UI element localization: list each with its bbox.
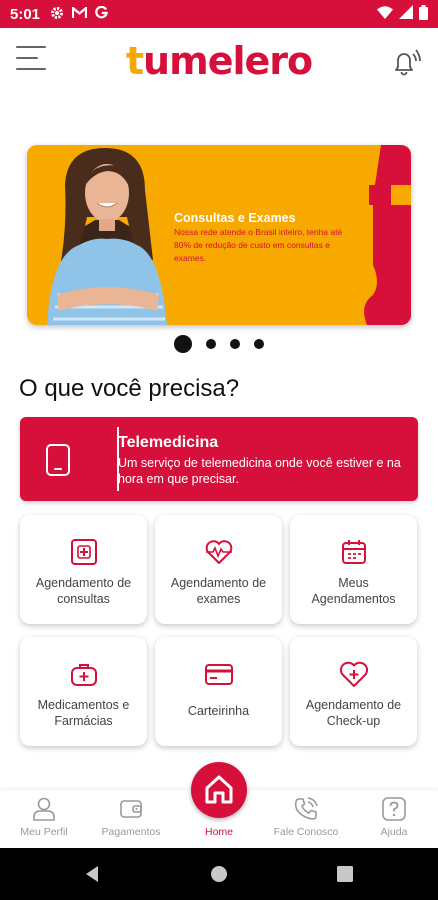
help-icon	[382, 797, 406, 821]
google-icon	[95, 5, 108, 22]
section-title: O que você precisa?	[19, 375, 240, 402]
tile-label: Meus Agendamentos	[311, 576, 396, 606]
tile-agendamento-exames[interactable]: Agendamento de exames	[155, 515, 282, 624]
nav-pagamentos[interactable]: Pagamentos	[91, 796, 171, 838]
nav-ajuda[interactable]: Ajuda	[354, 796, 434, 838]
heart-plus-icon	[339, 661, 368, 687]
banner-text: Nossa rede atende o Brasil inteiro, tenh…	[174, 227, 343, 263]
phone-ringing-icon	[294, 797, 318, 820]
tile-label: Medicamentos e Farmácias	[37, 698, 130, 728]
wifi-icon	[377, 5, 393, 23]
telemedicina-card[interactable]: Telemedicina Um serviço de telemedicina …	[20, 417, 418, 501]
home-button[interactable]	[191, 762, 247, 818]
logo-accent-letter: t	[125, 39, 144, 83]
woman-photo	[47, 147, 167, 325]
carousel-indicator	[0, 334, 438, 354]
status-bar: 5:01	[0, 0, 438, 28]
tile-medicamentos-farmacias[interactable]: Medicamentos e Farmácias	[20, 637, 147, 746]
signal-icon	[399, 5, 413, 23]
smartphone-icon	[46, 444, 70, 476]
tile-label: Carteirinha	[187, 704, 250, 718]
tile-agendamento-consultas[interactable]: Agendamento de consultas	[20, 515, 147, 624]
telemedicina-title: Telemedicina	[118, 434, 219, 451]
back-icon[interactable]	[82, 864, 102, 884]
tile-agendamento-checkup[interactable]: Agendamento de Check-up	[290, 637, 417, 746]
tile-label: Agendamento de Check-up	[305, 698, 402, 728]
carousel-dot[interactable]	[206, 339, 216, 349]
card-icon	[204, 664, 233, 685]
nav-label: Fale Conosco	[273, 826, 339, 838]
recents-icon[interactable]	[336, 865, 354, 883]
banner-title: Consultas e Exames	[174, 211, 296, 225]
nav-fale-conosco[interactable]: Fale Conosco	[266, 796, 346, 838]
telemedicina-description: Um serviço de telemedicina onde você est…	[118, 456, 401, 486]
promo-banner[interactable]: Consultas e Exames Nossa rede atende o B…	[27, 145, 411, 325]
wallet-icon	[120, 800, 142, 818]
logo-wordmark: umelero	[143, 39, 313, 83]
home-circle-icon[interactable]	[209, 864, 229, 884]
tile-carteirinha[interactable]: Carteirinha	[155, 637, 282, 746]
status-time: 5:01	[10, 5, 41, 23]
tile-label: Agendamento de consultas	[35, 576, 132, 606]
bell-ringing-icon[interactable]	[384, 42, 424, 82]
calendar-icon	[341, 540, 366, 564]
banner-brand-shape	[364, 145, 411, 325]
user-icon	[33, 797, 55, 821]
nav-label: Pagamentos	[101, 826, 161, 838]
nav-label: Meu Perfil	[20, 826, 68, 838]
tile-meus-agendamentos[interactable]: Meus Agendamentos	[290, 515, 417, 624]
heartbeat-icon	[205, 540, 232, 564]
carousel-dot[interactable]	[230, 339, 240, 349]
tile-label: Agendamento de exames	[170, 576, 267, 606]
nav-label: Ajuda	[380, 826, 408, 838]
medkit-icon	[70, 664, 97, 686]
gear-icon	[50, 6, 64, 23]
tumelero-logo: tumelero	[125, 39, 313, 83]
hamburger-menu-icon[interactable]	[16, 46, 46, 76]
home-icon	[205, 775, 233, 804]
medical-cross-icon	[70, 539, 97, 565]
carousel-dot-active[interactable]	[174, 335, 192, 353]
gmail-icon	[71, 5, 88, 22]
battery-icon	[419, 4, 428, 24]
carousel-dot[interactable]	[254, 339, 264, 349]
app-header: tumelero	[0, 28, 438, 94]
nav-meu-perfil[interactable]: Meu Perfil	[4, 796, 84, 838]
nav-label-home: Home	[204, 826, 233, 838]
system-navigation-bar	[0, 848, 438, 900]
